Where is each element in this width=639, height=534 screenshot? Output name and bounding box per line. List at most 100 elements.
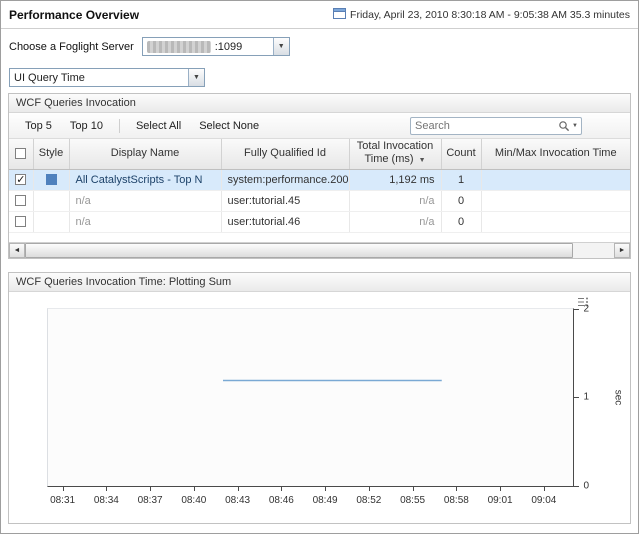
x-axis-tick-label: 08:34	[94, 495, 119, 506]
series-color-swatch	[46, 216, 57, 227]
redacted-server-name	[147, 41, 211, 53]
search-box[interactable]: ▼	[410, 117, 582, 135]
plotting-sum-panel: WCF Queries Invocation Time: Plotting Su…	[8, 272, 631, 524]
x-axis-tick-label: 08:37	[138, 495, 163, 506]
count-cell: 1	[441, 169, 481, 190]
table-toolbar: Top 5 Top 10 Select All Select None ▼	[9, 113, 630, 139]
minmax-cell	[481, 190, 630, 211]
y-axis-unit-label: sec	[613, 389, 624, 405]
scroll-left-button[interactable]: ◄	[9, 243, 25, 258]
dropdown-arrow-icon[interactable]: ▼	[273, 38, 289, 55]
x-axis-tick	[500, 487, 501, 491]
y-axis-tick	[574, 397, 579, 398]
total-invocation-cell: n/a	[349, 190, 441, 211]
x-axis-tick	[544, 487, 545, 491]
time-range-label: Friday, April 23, 2010 8:30:18 AM - 9:05…	[350, 9, 630, 21]
server-chooser-row: Choose a Foglight Server :1099 ▼	[9, 37, 630, 56]
sort-descending-icon: ▼	[419, 157, 426, 164]
wcf-queries-invocation-panel: WCF Queries Invocation Top 5 Top 10 Sele…	[8, 93, 631, 259]
table-row[interactable]: n/a user:tutorial.46 n/a 0	[9, 211, 630, 232]
x-axis-tick	[106, 487, 107, 491]
x-axis-tick-label: 08:43	[225, 495, 250, 506]
server-select[interactable]: :1099 ▼	[142, 37, 290, 56]
table-row[interactable]: n/a user:tutorial.45 n/a 0	[9, 190, 630, 211]
row-checkbox[interactable]	[15, 216, 26, 227]
page-title: Performance Overview	[9, 8, 139, 22]
y-axis-tick-label: 2	[583, 303, 589, 314]
metric-row: UI Query Time ▼	[9, 68, 630, 87]
x-axis-tick	[194, 487, 195, 491]
select-none-button[interactable]: Select None	[191, 116, 267, 136]
select-all-header-cell	[9, 139, 33, 169]
y-axis-tick	[574, 309, 579, 310]
top10-button[interactable]: Top 10	[62, 116, 111, 136]
x-axis-tick-label: 09:04	[531, 495, 556, 506]
page-header: Performance Overview Friday, April 23, 2…	[1, 1, 638, 29]
column-header-display-name[interactable]: Display Name	[69, 139, 221, 169]
x-axis-tick	[281, 487, 282, 491]
table-empty-space	[9, 233, 630, 242]
column-header-count[interactable]: Count	[441, 139, 481, 169]
scroll-right-button[interactable]: ►	[614, 243, 630, 258]
scrollbar-thumb[interactable]	[25, 243, 573, 258]
search-options-arrow-icon[interactable]: ▼	[572, 123, 578, 129]
server-select-value: :1099	[211, 41, 273, 53]
column-header-fqid[interactable]: Fully Qualified Id	[221, 139, 349, 169]
column-header-minmax[interactable]: Min/Max Invocation Time	[481, 139, 630, 169]
checkbox-cell	[9, 169, 33, 190]
display-name-cell: n/a	[69, 190, 221, 211]
minmax-cell	[481, 211, 630, 232]
horizontal-scrollbar[interactable]: ◄ ►	[9, 242, 630, 258]
search-icon[interactable]	[558, 120, 570, 132]
row-checkbox[interactable]	[15, 195, 26, 206]
top5-button[interactable]: Top 5	[17, 116, 60, 136]
performance-overview-page: Performance Overview Friday, April 23, 2…	[0, 0, 639, 534]
y-axis-tick-label: 1	[583, 392, 589, 403]
x-axis-tick-label: 08:58	[444, 495, 469, 506]
series-plot	[48, 309, 573, 486]
panel-title: WCF Queries Invocation	[9, 94, 630, 113]
scrollbar-track[interactable]	[25, 243, 614, 258]
x-axis-tick-label: 08:31	[50, 495, 75, 506]
minmax-cell	[481, 169, 630, 190]
y-axis-tick	[574, 486, 579, 487]
row-checkbox[interactable]	[15, 174, 26, 185]
display-name-cell: n/a	[69, 211, 221, 232]
fqid-cell: user:tutorial.46	[221, 211, 349, 232]
column-header-total-invocation-time[interactable]: Total Invocation Time (ms) ▼	[349, 139, 441, 169]
column-header-style[interactable]: Style	[33, 139, 69, 169]
search-input[interactable]	[411, 118, 558, 134]
toolbar-separator	[119, 119, 120, 133]
x-axis-tick	[325, 487, 326, 491]
style-cell	[33, 169, 69, 190]
x-axis-tick-label: 08:46	[269, 495, 294, 506]
server-chooser-label: Choose a Foglight Server	[9, 41, 134, 53]
x-axis-tick-label: 09:01	[488, 495, 513, 506]
queries-table: Style Display Name Fully Qualified Id To…	[9, 139, 630, 233]
x-axis-tick-label: 08:49	[313, 495, 338, 506]
count-cell: 0	[441, 190, 481, 211]
series-color-swatch	[46, 174, 57, 185]
chart-area: 08:3108:3408:3708:4008:4308:4608:4908:52…	[9, 292, 630, 523]
checkbox-cell	[9, 190, 33, 211]
select-all-checkbox[interactable]	[15, 148, 26, 159]
x-axis-tick	[238, 487, 239, 491]
x-axis-tick	[150, 487, 151, 491]
dropdown-arrow-icon[interactable]: ▼	[188, 69, 204, 86]
chart-panel-title: WCF Queries Invocation Time: Plotting Su…	[9, 273, 630, 292]
metric-select[interactable]: UI Query Time ▼	[9, 68, 205, 87]
total-invocation-cell: 1,192 ms	[349, 169, 441, 190]
x-axis-tick	[413, 487, 414, 491]
plot-area: 08:3108:3408:3708:4008:4308:4608:4908:52…	[47, 308, 574, 487]
x-axis-tick-label: 08:40	[181, 495, 206, 506]
series-color-swatch	[46, 195, 57, 206]
time-range-selector[interactable]: Friday, April 23, 2010 8:30:18 AM - 9:05…	[333, 7, 630, 22]
fqid-cell: system:performance.200	[221, 169, 349, 190]
fqid-cell: user:tutorial.45	[221, 190, 349, 211]
y-axis-tick-label: 0	[583, 480, 589, 491]
x-axis-tick	[369, 487, 370, 491]
table-row[interactable]: All CatalystScripts - Top N system:perfo…	[9, 169, 630, 190]
timerange-icon	[333, 7, 346, 22]
x-axis-tick	[456, 487, 457, 491]
select-all-button[interactable]: Select All	[128, 116, 189, 136]
